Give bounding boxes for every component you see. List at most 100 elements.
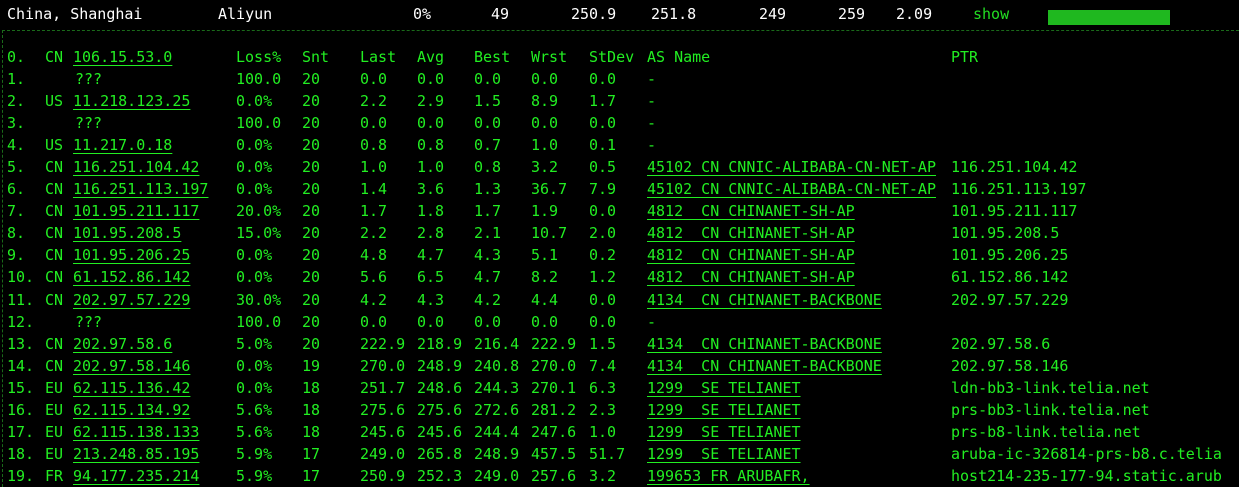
as-name-link[interactable]: 45102 CN CNNIC-ALIBABA-CN-NET-AP [647,180,936,198]
host-link: ??? [75,70,103,88]
host-link[interactable]: 101.95.208.5 [73,224,181,242]
snt-value: 20 [302,334,321,353]
header-host-link[interactable]: 106.15.53.0 [73,48,172,66]
host-link[interactable]: 11.217.0.18 [73,136,172,154]
loss-value: 100.0 [236,312,282,331]
as-name-link[interactable]: 1299 SE TELIANET [647,423,801,441]
as-name-link[interactable]: 1299 SE TELIANET [647,379,801,397]
as-name-link[interactable]: 4812 CN CHINANET-SH-AP [647,246,855,264]
last-value: 5.6 [360,268,388,287]
host-link[interactable]: 116.251.113.197 [73,180,208,198]
wrst-value: 270.0 [531,356,577,375]
host-link[interactable]: 101.95.206.25 [73,246,190,264]
column-header-row: 0. CN 106.15.53.0 Loss% Snt Last Avg Bes… [3,46,1239,68]
host-link[interactable]: 116.251.104.42 [73,158,199,176]
hop-index: 15. [7,378,35,397]
last-value: 2.2 [360,224,388,243]
country-code: US [45,92,64,111]
snt-value: 20 [302,70,321,88]
loss-value: 0.0% [236,246,273,265]
hop-row: 13. CN 202.97.58.6 5.0% 20 222.9 218.9 216.4 222… [3,333,1239,355]
stdev-value: 1.2 [589,268,617,287]
loss-value: 20.0% [236,202,282,221]
country-code: CN [45,180,64,199]
wrst-value: 10.7 [531,224,568,243]
avg-value: 248.9 [417,356,463,375]
host-link[interactable]: 61.152.86.142 [73,268,190,286]
hop-index: 14. [7,356,35,375]
stdev-value: 2.3 [589,400,617,419]
host-link[interactable]: 62.115.136.42 [73,379,190,397]
as-name-link[interactable]: 4134 CN CHINANET-BACKBONE [647,357,882,375]
as-name-link[interactable]: 199653 FR ARUBAFR, [647,467,810,485]
country-code: CN [45,202,64,221]
ptr-value: 202.97.58.6 [951,334,1051,353]
wrst-value: 8.9 [531,92,559,111]
last-value: 245.6 [360,422,406,441]
stdev-value: 0.5 [589,158,617,177]
as-name-link[interactable]: 4134 CN CHINANET-BACKBONE [647,335,882,353]
hop-index: 12. [7,312,35,331]
as-name-link[interactable]: 4812 CN CHINANET-SH-AP [647,224,855,242]
best-value: 2.1 [474,224,502,243]
host-link[interactable]: 202.97.58.146 [73,357,190,375]
ptr-value: ldn-bb3-link.telia.net [951,378,1150,397]
last-value: 0.0 [360,70,388,88]
hop-row: 6. CN 116.251.113.197 0.0% 20 1.4 3.6 1.3 36.7 7.… [3,178,1239,200]
hop-row: 16. EU 62.115.134.92 5.6% 18 275.6 275.6 272.6 2… [3,399,1239,421]
wrst-value: 0.0 [531,312,559,331]
last-value: 0.8 [360,136,388,155]
host-link[interactable]: 11.218.123.25 [73,92,190,110]
show-toggle-link[interactable]: show [973,5,1009,23]
best-value: 0.0 [474,312,502,331]
stdev-value: 0.0 [589,70,617,88]
host-link[interactable]: 202.97.57.229 [73,291,190,309]
last-value: 1.7 [360,202,388,221]
loss-value: 0.0% [236,356,273,375]
host-link[interactable]: 202.97.58.6 [73,335,172,353]
snt-value: 20 [302,180,321,199]
snt-value: 18 [302,422,321,441]
wrst-value: 36.7 [531,180,568,199]
hop-index: 4. [7,136,26,155]
loss-value: 0.0% [236,378,273,397]
hop-index: 3. [7,114,26,133]
header-last: Last [360,48,397,66]
header-as-name: AS Name [647,48,711,66]
loss-value: 5.6% [236,422,273,441]
as-name-link[interactable]: 4134 CN CHINANET-BACKBONE [647,291,882,309]
as-name-link[interactable]: 4812 CN CHINANET-SH-AP [647,202,855,220]
loss-value: 0.0% [236,92,273,111]
loss-value: 5.6% [236,400,273,419]
host-link: ??? [75,312,103,331]
host-link[interactable]: 62.115.138.133 [73,423,199,441]
snt-value: 20 [302,224,321,243]
stdev-value: 0.0 [589,202,617,221]
hop-index: 17. [7,422,35,441]
hop-index: 18. [7,444,35,463]
hop-index: 7. [7,202,26,221]
stdev-value: 51.7 [589,444,626,463]
host-link[interactable]: 213.248.85.195 [73,445,199,463]
ptr-value: host214-235-177-94.static.arub [951,466,1222,485]
as-name-link[interactable]: 1299 SE TELIANET [647,401,801,419]
status-bar-indicator [1048,10,1170,25]
summary-provider: Aliyun [218,5,273,23]
ptr-value: 202.97.57.229 [951,290,1069,309]
stdev-value: 1.0 [589,422,617,441]
as-name-link[interactable]: 45102 CN CNNIC-ALIBABA-CN-NET-AP [647,158,936,176]
ptr-value: 101.95.208.5 [951,224,1060,243]
host-link[interactable]: 101.95.211.117 [73,202,199,220]
as-name-link[interactable]: 1299 SE TELIANET [647,445,801,463]
host-link[interactable]: 62.115.134.92 [73,401,190,419]
last-value: 249.0 [360,444,406,463]
avg-value: 1.8 [417,202,445,221]
last-value: 1.0 [360,158,388,177]
hop-index: 6. [7,180,26,199]
as-name-link: - [647,92,657,111]
best-value: 216.4 [474,334,520,353]
summary-location: China, Shanghai [7,5,143,23]
as-name-link[interactable]: 4812 CN CHINANET-SH-AP [647,268,855,286]
host-link[interactable]: 94.177.235.214 [73,467,199,485]
wrst-value: 4.4 [531,290,559,309]
